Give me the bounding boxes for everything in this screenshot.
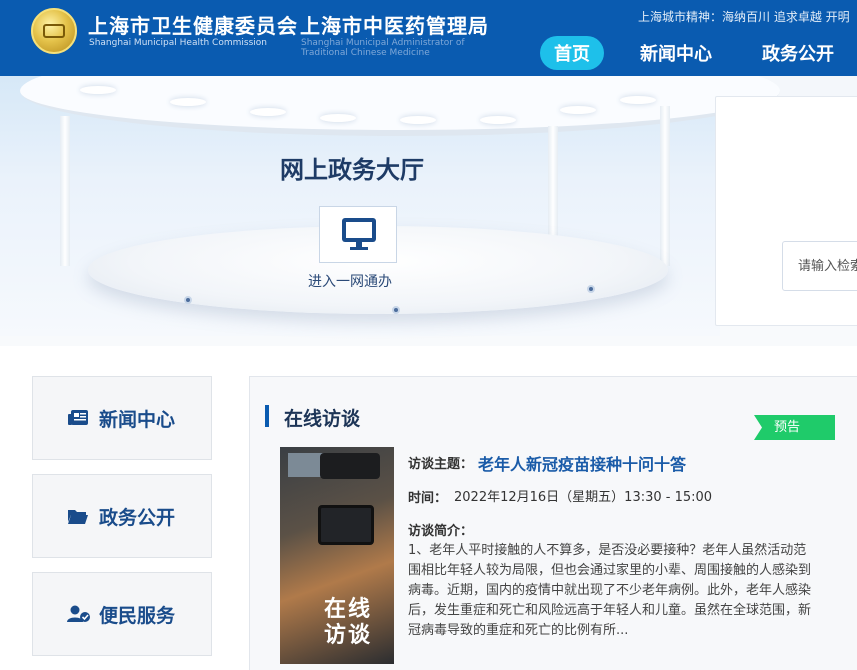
search-input[interactable]: [782, 241, 857, 291]
sidebar-item-label: 便民服务: [99, 605, 176, 627]
nav-item-home[interactable]: 首页: [540, 36, 604, 70]
topic-label: 访谈主题：: [408, 457, 474, 472]
section-marker: [265, 405, 269, 427]
monitor-icon: [342, 218, 376, 250]
interview-thumbnail[interactable]: 在线访谈: [280, 447, 394, 664]
nav-item-gov-affairs[interactable]: 政务公开: [748, 36, 848, 70]
org2-name-cn[interactable]: 上海市中医药管理局: [300, 10, 489, 39]
preview-badge: 预告: [754, 415, 835, 440]
hero-title: 网上政务大厅: [280, 156, 424, 184]
org-name-en: Shanghai Municipal Health Commission: [89, 38, 267, 48]
folder-icon: [68, 510, 88, 524]
sidebar-item-gov-affairs[interactable]: 政务公开: [32, 474, 212, 558]
site-header: 上海市卫生健康委员会 Shanghai Municipal Health Com…: [0, 0, 857, 76]
interview-summary[interactable]: 1、老年人平时接触的人不算多，是否没必要接种？老年人虽然活动范围相比年轻人较为局…: [408, 541, 818, 641]
time-label: 时间：: [408, 491, 448, 506]
interview-topic-link[interactable]: 老年人新冠疫苗接种十问十答: [478, 451, 686, 475]
hero-banner: 网上政务大厅 进入一网通办: [0, 76, 857, 346]
search-panel: [715, 96, 857, 326]
main-nav: 首页新闻中心政务公开网上: [540, 36, 857, 70]
summary-label: 访谈简介：: [408, 524, 474, 539]
sidebar-item-label: 政务公开: [99, 507, 176, 529]
enter-portal-label[interactable]: 进入一网通办: [308, 271, 392, 291]
newspaper-icon: [68, 410, 88, 425]
nav-item-news[interactable]: 新闻中心: [626, 36, 726, 70]
sidebar-item-label: 新闻中心: [99, 409, 176, 431]
org-name-cn[interactable]: 上海市卫生健康委员会: [88, 10, 298, 39]
interview-time: 2022年12月16日（星期五）13:30 - 15:00: [454, 490, 713, 505]
enter-portal-button[interactable]: [319, 206, 397, 263]
user-check-icon: [67, 605, 90, 622]
sidebar-item-news[interactable]: 新闻中心: [32, 376, 212, 460]
sidebar-item-services[interactable]: 便民服务: [32, 572, 212, 656]
thumbnail-caption: 在线访谈: [324, 597, 373, 648]
section-title[interactable]: 在线访谈: [284, 404, 360, 431]
city-spirit-text: 上海城市精神：海纳百川 追求卓越 开明: [638, 10, 850, 24]
org2-name-en: Shanghai Municipal Administrator of Trad…: [301, 38, 465, 58]
emblem-logo[interactable]: [31, 8, 77, 54]
